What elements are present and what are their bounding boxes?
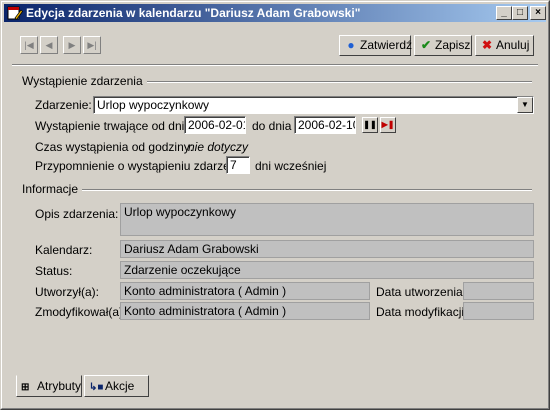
reminder-days-input[interactable]: 7 [226, 156, 250, 174]
cancel-x-icon: ✖ [481, 38, 493, 52]
created-date-field [463, 282, 534, 300]
minimize-button[interactable]: _ [496, 6, 512, 20]
duration-label: Wystąpienie trwające od dnia: [35, 119, 195, 133]
created-date-label: Data utworzenia: [376, 285, 467, 299]
info-section-title: Informacje [22, 182, 83, 196]
save-button[interactable]: ✔ Zapisz [414, 35, 472, 56]
to-date-input[interactable]: 2006-02-10 [294, 116, 356, 134]
description-label: Opis zdarzenia: [35, 207, 119, 221]
tab-actions-label: Akcje [105, 379, 135, 393]
event-label: Zdarzenie: [35, 98, 92, 112]
tab-strip: ⊞ Atrybuty ↳■ Akcje [4, 372, 548, 408]
title-bar[interactable]: Edycja zdarzenia w kalendarzu "Dariusz A… [4, 4, 546, 22]
reminder-suffix: dni wcześniej [255, 159, 327, 173]
pause-icon[interactable]: ❚❚ [362, 117, 378, 133]
toolbar-separator [12, 64, 538, 66]
confirm-button[interactable]: ● Zatwierdź [339, 35, 413, 56]
time-label: Czas wystąpienia od godziny: [35, 140, 194, 154]
window-title: Edycja zdarzenia w kalendarzu "Dariusz A… [26, 6, 361, 20]
calendar-field: Dariusz Adam Grabowski [120, 240, 534, 258]
close-button[interactable]: × [530, 6, 546, 20]
next-record-button[interactable]: ▶ [63, 36, 81, 54]
status-label: Status: [35, 264, 73, 278]
modified-by-label: Zmodyfikował(a): [35, 305, 127, 319]
tab-attributes[interactable]: ⊞ Atrybuty [16, 375, 82, 397]
confirm-label: Zatwierdź [360, 38, 413, 52]
cancel-button[interactable]: ✖ Anuluj [475, 35, 534, 56]
created-by-field: Konto administratora ( Admin ) [120, 282, 370, 300]
attributes-icon: ⊞ [21, 382, 30, 393]
to-date-label: do dnia [252, 119, 292, 133]
created-by-label: Utworzył(a): [35, 285, 100, 299]
save-label: Zapisz [435, 38, 471, 52]
tab-actions[interactable]: ↳■ Akcje [84, 375, 149, 397]
maximize-button[interactable]: □ [512, 6, 528, 20]
calendar-edit-icon [7, 6, 23, 21]
from-date-input[interactable]: 2006-02-01 [184, 116, 246, 134]
confirm-icon: ● [347, 38, 355, 52]
play-end-icon[interactable]: ▶❚ [380, 117, 396, 133]
cancel-label: Anuluj [496, 38, 530, 52]
occurrence-section-title: Wystąpienie zdarzenia [22, 74, 147, 88]
dialog-frame: Edycja zdarzenia w kalendarzu "Dariusz A… [1, 1, 549, 409]
event-select-value: Urlop wypoczynkowy [97, 98, 210, 112]
modified-date-field [463, 302, 534, 320]
actions-icon: ↳■ [89, 382, 104, 393]
last-record-button[interactable]: ▶| [83, 36, 101, 54]
info-group-line [82, 189, 532, 191]
prev-record-button[interactable]: ◀ [40, 36, 58, 54]
calendar-label: Kalendarz: [35, 243, 93, 257]
chevron-down-icon[interactable]: ▼ [517, 97, 533, 113]
modified-date-label: Data modyfikacji: [376, 305, 468, 319]
checkmark-icon: ✔ [420, 38, 432, 52]
reminder-label: Przypomnienie o wystąpieniu zdarzenia: [35, 159, 250, 173]
tab-attributes-label: Atrybuty [37, 379, 82, 393]
dialog-window: Edycja zdarzenia w kalendarzu "Dariusz A… [0, 0, 550, 410]
status-field: Zdarzenie oczekujące [120, 261, 534, 279]
event-select[interactable]: Urlop wypoczynkowy [93, 96, 534, 114]
first-record-button[interactable]: |◀ [20, 36, 38, 54]
modified-by-field: Konto administratora ( Admin ) [120, 302, 370, 320]
time-value: nie dotyczy [188, 140, 249, 154]
occurrence-group-line [138, 81, 532, 83]
description-field: Urlop wypoczynkowy [120, 203, 534, 236]
